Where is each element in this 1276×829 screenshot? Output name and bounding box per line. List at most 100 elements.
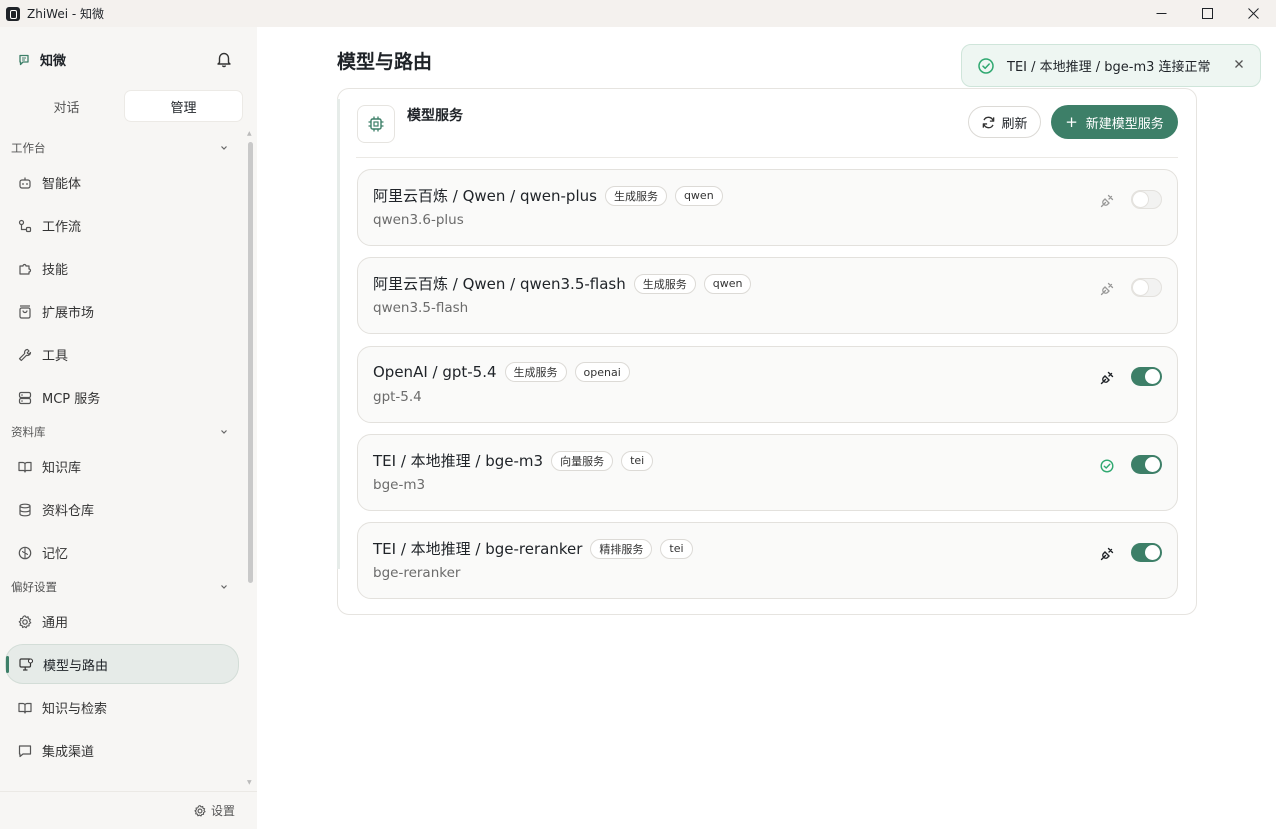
sidebar-item-label: 模型与路由 [43,658,109,674]
service-row[interactable]: 阿里云百炼 / Qwen / qwen3.5-flash 生成服务 qwen q… [357,257,1178,334]
sidebar-item-workflow[interactable]: 工作流 [0,204,239,247]
settings-button[interactable]: 设置 [193,802,235,819]
plug-icon[interactable] [1099,370,1115,386]
service-name-row: 阿里云百炼 / Qwen / qwen-plus 生成服务 qwen [373,185,723,206]
section-title: 偏好设置 [11,580,57,594]
service-model: gpt-5.4 [373,389,422,405]
plug-icon[interactable] [1099,281,1115,297]
provider-badge: qwen [674,185,723,206]
sidebar-item-agents[interactable]: 智能体 [0,161,239,204]
gear-icon [18,614,32,628]
toast-message: TEI / 本地推理 / bge-m3 连接正常 [1007,60,1211,75]
sidebar-item-label: 工具 [42,349,69,364]
sidebar-item-general[interactable]: 通用 [0,600,239,643]
puzzle-icon [19,263,32,275]
refresh-button[interactable]: 刷新 [968,106,1041,138]
tab-manage[interactable]: 管理 [125,91,242,121]
sidebar-item-label: 知识与检索 [42,702,108,717]
brand-name: 知微 [40,54,67,69]
chip-icon [357,105,395,143]
sidebar-item-label: 资料仓库 [42,504,95,519]
enable-toggle[interactable] [1131,455,1162,474]
bot-icon [19,177,31,189]
server-icon [18,391,32,404]
sidebar-item-models-routing[interactable]: 模型与路由 [5,644,239,684]
toggle-knob [1145,369,1160,384]
sidebar-item-skills[interactable]: 技能 [0,247,239,290]
plug-icon[interactable] [1099,193,1115,209]
close-icon[interactable] [1232,57,1246,71]
settings-label: 设置 [211,804,236,818]
gear-icon [194,804,206,817]
provider-badge: tei [660,538,693,559]
service-row[interactable]: 阿里云百炼 / Qwen / qwen-plus 生成服务 qwen qwen3… [357,169,1178,246]
sidebar-item-label: 记忆 [42,547,69,562]
chevron-down-icon [221,585,227,589]
tab-chat[interactable]: 对话 [8,91,125,121]
check-circle-icon [978,57,994,74]
wrench-icon [18,348,32,361]
service-row[interactable]: TEI / 本地推理 / bge-m3 向量服务 tei bge-m3 [357,434,1178,511]
service-model: qwen3.6-plus [373,212,464,228]
section-header-workbench[interactable]: 工作台 [0,135,246,161]
toggle-knob [1145,457,1160,472]
service-model: qwen3.5-flash [373,300,469,316]
close-window-button[interactable] [1230,0,1276,27]
refresh-label: 刷新 [1001,116,1028,132]
service-type-badge: 生成服务 [604,185,667,206]
section-header-preferences[interactable]: 偏好设置 [0,574,246,600]
database-icon [19,503,31,516]
service-type-badge: 生成服务 [633,273,696,294]
service-name: OpenAI / gpt-5.4 [373,363,497,381]
sidebar-item-marketplace[interactable]: 扩展市场 [0,290,239,333]
maximize-button[interactable] [1184,0,1230,27]
page-title: 模型与路由 [337,51,433,73]
bell-icon[interactable] [215,50,233,68]
model-services-card: 模型服务 刷新 + 新建模型服务 阿里云百炼 / Qwen / qwen-plu… [337,88,1197,615]
workflow-icon [18,219,32,232]
new-model-service-label: 新建模型服务 [1085,116,1164,132]
enable-toggle[interactable] [1131,278,1162,297]
refresh-icon [983,116,995,128]
enable-toggle[interactable] [1131,367,1162,386]
minimize-button[interactable] [1138,0,1184,27]
section-title: 工作台 [11,141,46,155]
sidebar-scrollbar-thumb[interactable] [248,142,253,583]
sidebar-item-label: MCP 服务 [42,392,101,407]
service-type-badge: 精排服务 [590,538,653,559]
divider [356,157,1178,158]
chevron-down-icon [221,430,227,434]
service-name-row: OpenAI / gpt-5.4 生成服务 openai [373,362,630,382]
service-model: bge-reranker [373,565,461,581]
enable-toggle[interactable] [1131,190,1162,209]
toggle-knob [1133,192,1148,207]
plug-icon[interactable] [1099,546,1115,562]
service-type-badge: 向量服务 [551,450,614,471]
sidebar-item-repository[interactable]: 资料仓库 [0,488,239,531]
check-circle-icon[interactable] [1099,458,1115,474]
enable-toggle[interactable] [1131,543,1162,562]
book-icon [18,461,32,473]
sidebar-item-knowledge-base[interactable]: 知识库 [0,445,239,488]
section-header-library[interactable]: 资料库 [0,419,246,445]
service-model: bge-m3 [373,477,426,493]
scroll-up-arrow[interactable]: ▲ [247,130,252,137]
message-icon [18,744,32,757]
sidebar-item-tools[interactable]: 工具 [0,333,239,376]
provider-badge: tei [621,450,654,471]
sidebar-item-label: 工作流 [42,220,82,235]
sidebar-item-integrations[interactable]: 集成渠道 [0,729,239,772]
app-logo-icon [6,6,20,21]
sidebar-item-knowledge-retrieval[interactable]: 知识与检索 [0,686,239,729]
brain-icon [18,546,32,559]
service-row[interactable]: OpenAI / gpt-5.4 生成服务 openai gpt-5.4 [357,346,1178,423]
sidebar-item-memory[interactable]: 记忆 [0,531,239,574]
new-model-service-button[interactable]: + 新建模型服务 [1051,105,1178,139]
sidebar-item-mcp[interactable]: MCP 服务 [0,376,239,419]
scroll-down-arrow[interactable]: ▼ [247,779,252,786]
service-row[interactable]: TEI / 本地推理 / bge-reranker 精排服务 tei bge-r… [357,522,1178,599]
service-name: TEI / 本地推理 / bge-m3 [373,452,544,470]
provider-badge: openai [574,362,630,382]
brand[interactable]: 知微 [18,50,66,69]
plus-icon: + [1065,113,1078,131]
